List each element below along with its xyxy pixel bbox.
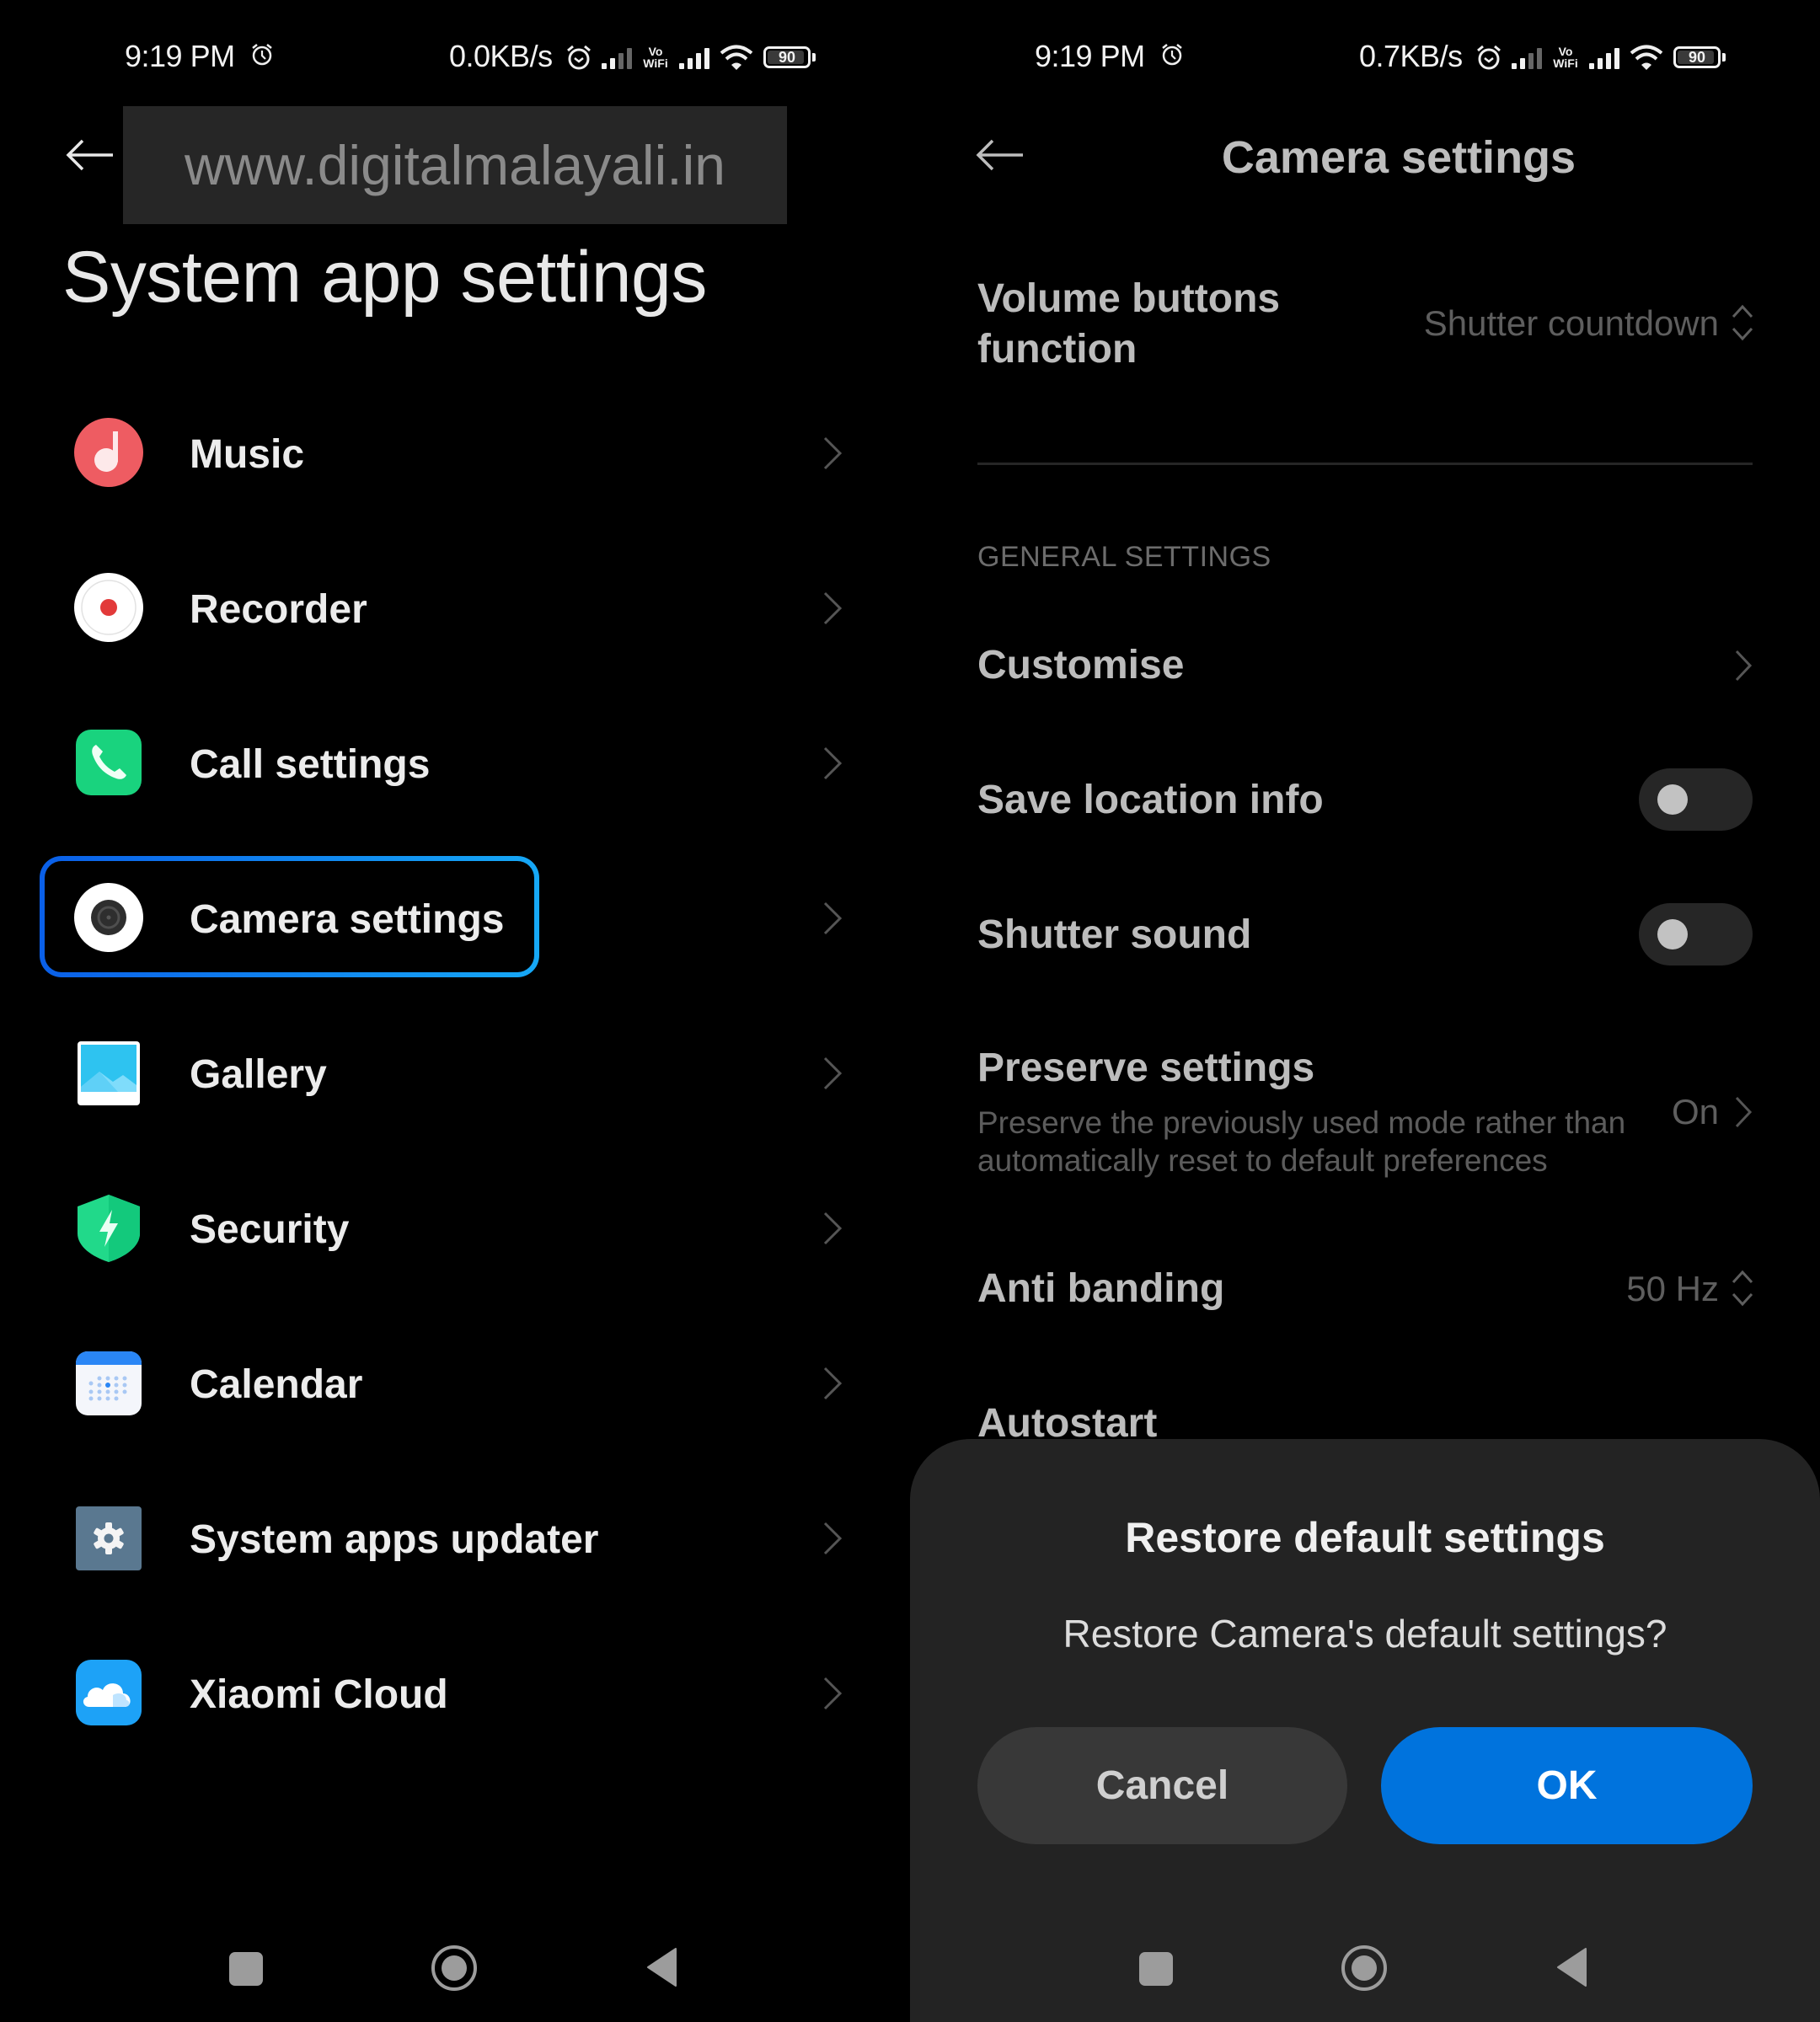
vowifi-icon: Vo WiFi <box>643 45 668 70</box>
dialog-message: Restore Camera's default settings? <box>1063 1612 1667 1656</box>
cell-signal-2-icon <box>1589 45 1619 69</box>
ok-button[interactable]: OK <box>1381 1727 1753 1844</box>
divider <box>977 463 1753 465</box>
navigation-bar <box>0 1938 910 1997</box>
battery-tip <box>1722 53 1726 62</box>
restore-defaults-dialog: Restore default settings Restore Camera'… <box>910 1439 1820 2022</box>
phone-icon <box>76 730 142 795</box>
back-button[interactable] <box>1555 1947 1589 1987</box>
chevron-right-icon <box>823 1522 843 1555</box>
status-icons: Vo WiFi 90 <box>565 40 816 74</box>
cloud-icon <box>76 1660 142 1725</box>
status-time: 9:19 PM <box>125 39 235 73</box>
alarm-icon <box>1477 45 1501 70</box>
volume-buttons-function-row[interactable]: Volume buttons function Shutter countdow… <box>910 261 1820 388</box>
preserve-settings-row[interactable]: Preserve settings Preserve the previousl… <box>910 1036 1820 1188</box>
shutter-sound-toggle[interactable] <box>1639 903 1753 966</box>
chevron-right-icon <box>823 901 843 935</box>
list-item-security[interactable]: Security <box>0 1164 910 1291</box>
chevron-right-icon <box>823 746 843 780</box>
list-item-calendar[interactable]: Calendar <box>0 1319 910 1446</box>
network-speed: 0.7KB/s <box>1359 39 1463 73</box>
chevron-right-icon <box>823 1367 843 1400</box>
list-item-gallery[interactable]: Gallery <box>0 1009 910 1136</box>
chevron-right-icon <box>823 1677 843 1710</box>
volume-buttons-value: Shutter countdown <box>1423 303 1719 343</box>
battery-icon: 90 <box>1673 46 1721 68</box>
status-time: 9:19 PM <box>1035 39 1145 73</box>
dialog-title: Restore default settings <box>1125 1514 1605 1561</box>
up-down-chevron-icon <box>1732 1270 1753 1307</box>
vowifi-icon: Vo WiFi <box>1553 45 1578 70</box>
wifi-icon <box>720 45 753 70</box>
chevron-right-icon <box>823 436 843 470</box>
network-speed: 0.0KB/s <box>449 39 553 73</box>
page-title: Camera settings <box>1221 132 1576 183</box>
status-icons: Vo WiFi 90 <box>1475 40 1726 74</box>
battery-icon: 90 <box>763 46 811 68</box>
list-item-recorder[interactable]: Recorder <box>0 544 910 671</box>
shield-icon <box>78 1195 140 1262</box>
cell-signal-2-icon <box>679 45 709 69</box>
chevron-right-icon <box>823 1212 843 1245</box>
alarm-icon <box>567 45 591 70</box>
list-item-music[interactable]: Music <box>0 389 910 516</box>
customise-row[interactable]: Customise <box>910 615 1820 716</box>
camera-icon <box>74 883 143 952</box>
battery-tip <box>812 53 816 62</box>
page-title: System app settings <box>62 237 707 318</box>
up-down-chevron-icon <box>1732 304 1753 341</box>
calendar-icon <box>76 1351 142 1415</box>
gallery-icon <box>78 1041 140 1105</box>
toggle-knob <box>1657 919 1688 949</box>
home-button[interactable] <box>431 1944 478 1992</box>
preserve-settings-description: Preserve the previously used mode rather… <box>977 1105 1626 1178</box>
wifi-icon <box>1630 45 1663 70</box>
shutter-sound-row: Shutter sound <box>910 885 1820 986</box>
anti-banding-row[interactable]: Anti banding 50 Hz <box>910 1238 1820 1340</box>
recorder-icon <box>74 573 143 642</box>
recents-button[interactable] <box>1139 1952 1173 1986</box>
list-item-system-apps-updater[interactable]: System apps updater <box>0 1474 910 1601</box>
list-item-camera-settings[interactable]: Camera settings <box>0 854 910 981</box>
back-arrow-icon[interactable] <box>66 138 115 172</box>
chevron-right-icon <box>823 591 843 625</box>
cell-signal-1-icon <box>1512 45 1542 69</box>
preserve-settings-value: On <box>1671 1092 1719 1131</box>
recents-button[interactable] <box>229 1952 263 1986</box>
home-button[interactable] <box>1341 1944 1388 1992</box>
camera-settings-screen: 9:19 PM 0.7KB/s Vo WiFi 90 Camera settin… <box>910 0 1820 2022</box>
cancel-button[interactable]: Cancel <box>977 1727 1347 1844</box>
back-button[interactable] <box>645 1947 679 1987</box>
gear-icon <box>76 1506 142 1570</box>
navigation-bar <box>910 1938 1820 1997</box>
watermark: www.digitalmalayali.in <box>123 106 787 224</box>
system-app-settings-screen: 9:19 PM 0.0KB/s Vo WiFi 90 www.digitalma… <box>0 0 910 2022</box>
chevron-right-icon <box>1735 1096 1753 1128</box>
chevron-right-icon <box>823 1056 843 1090</box>
alarm-clock-icon <box>1162 44 1182 66</box>
save-location-info-row: Save location info <box>910 750 1820 851</box>
list-item-call-settings[interactable]: Call settings <box>0 699 910 826</box>
alarm-clock-icon <box>252 44 272 66</box>
music-icon <box>74 418 143 487</box>
chevron-right-icon <box>1735 650 1753 682</box>
list-item-xiaomi-cloud[interactable]: Xiaomi Cloud <box>0 1629 910 1756</box>
anti-banding-value: 50 Hz <box>1626 1269 1719 1308</box>
section-header-general-settings: GENERAL SETTINGS <box>977 541 1271 573</box>
save-location-toggle[interactable] <box>1639 768 1753 831</box>
cell-signal-1-icon <box>602 45 632 69</box>
toggle-knob <box>1657 784 1688 815</box>
